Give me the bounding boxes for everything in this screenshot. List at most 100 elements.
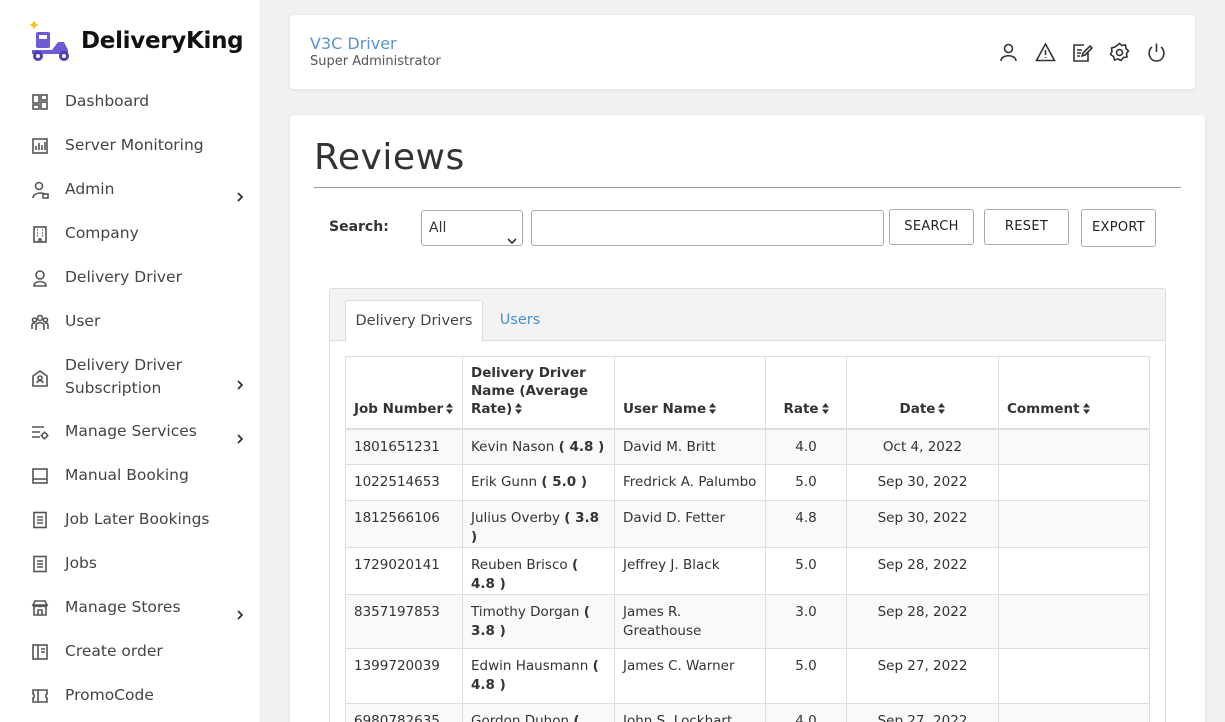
sidebar-item-label: Server Monitoring <box>65 136 204 154</box>
cell-user-name: David M. Britt <box>614 428 766 465</box>
edit-icon[interactable] <box>1072 42 1094 63</box>
cell-date: Oct 4, 2022 <box>846 428 999 465</box>
tab-delivery-drivers[interactable]: Delivery Drivers <box>345 300 483 342</box>
table-row: 1399720039 Edwin Hausmann ( 4.8 ) James … <box>345 648 1150 704</box>
reset-button[interactable]: RESET <box>984 209 1069 245</box>
cell-date: Sep 27, 2022 <box>846 703 999 722</box>
chevron-right-icon <box>236 429 244 444</box>
table-header-row: Job Number Delivery Driver Name (Average R… <box>345 356 1150 430</box>
sort-icon <box>821 401 829 414</box>
cell-user-name: David D. Fetter <box>614 500 766 548</box>
header-title[interactable]: V3C Driver <box>310 34 397 53</box>
tab-users[interactable]: Users <box>490 300 550 342</box>
promo-icon <box>31 687 49 705</box>
sidebar-item-label: User <box>65 312 101 330</box>
sidebar-item-label: Dashboard <box>65 92 150 110</box>
brand-name: DeliveryKing <box>81 28 244 54</box>
booking-icon <box>31 467 49 485</box>
column-rate[interactable]: Rate <box>765 356 847 430</box>
cell-date: Sep 30, 2022 <box>846 464 999 501</box>
list-icon <box>31 555 49 573</box>
sidebar-item-manage-stores[interactable]: Manage Stores <box>0 596 261 620</box>
sort-icon <box>515 401 523 414</box>
cell-driver: Kevin Nason ( 4.8 ) <box>462 428 615 465</box>
sidebar-item-label: Create order <box>65 642 163 660</box>
users-icon <box>31 313 49 331</box>
cell-comment <box>998 703 1150 722</box>
sidebar-item-promocode[interactable]: PromoCode <box>0 684 261 708</box>
sort-icon <box>446 401 454 414</box>
cell-comment <box>998 500 1150 548</box>
cell-rate: 5.0 <box>765 464 847 501</box>
sidebar-item-job-later-bookings[interactable]: Job Later Bookings <box>0 508 261 532</box>
search-label: Search: <box>329 219 389 235</box>
cell-date: Sep 28, 2022 <box>846 594 999 649</box>
cell-user-name: Jeffrey J. Black <box>614 547 766 595</box>
cell-job-number: 8357197853 <box>345 594 463 649</box>
column-job-number[interactable]: Job Number <box>345 356 463 430</box>
cell-comment <box>998 547 1150 595</box>
cell-date: Sep 27, 2022 <box>846 648 999 704</box>
logo-icon <box>30 21 69 61</box>
table-row: 6980782635 Gordon Duhon ( 4.9) John S. L… <box>345 703 1150 722</box>
column-date[interactable]: Date <box>846 356 999 430</box>
alert-icon[interactable] <box>1035 42 1056 63</box>
column-user-name[interactable]: User Name <box>614 356 766 430</box>
sidebar-item-label: Delivery Driver <box>65 268 182 286</box>
cell-comment <box>998 648 1150 704</box>
search-filter-select[interactable]: All <box>421 210 523 246</box>
list-icon <box>31 511 49 529</box>
sidebar-item-create-order[interactable]: Create order <box>0 640 261 664</box>
sidebar-item-user[interactable]: User <box>0 310 261 334</box>
chevron-down-icon <box>507 224 517 245</box>
cell-rate: 4.0 <box>765 703 847 722</box>
tab-bar: Delivery Drivers Users <box>330 289 1165 342</box>
sidebar-item-label: Manage Services <box>65 422 197 440</box>
sidebar: DeliveryKing Dashboard Server Monitoring… <box>0 0 261 722</box>
column-driver-name[interactable]: Delivery Driver Name (Average Rate) <box>462 356 615 430</box>
sidebar-item-dashboard[interactable]: Dashboard <box>0 90 261 114</box>
cell-user-name: John S. Lockhart <box>614 703 766 722</box>
cell-job-number: 6980782635 <box>345 703 463 722</box>
sidebar-item-jobs[interactable]: Jobs <box>0 552 261 576</box>
cell-rate: 4.8 <box>765 500 847 548</box>
reviews-panel: Delivery Drivers Users Job Number Delive… <box>329 288 1166 722</box>
cell-user-name: Fredrick A. Palumbo <box>614 464 766 501</box>
search-filter-value: All <box>429 220 447 236</box>
chart-icon <box>31 137 49 155</box>
table-row: 8357197853 Timothy Dorgan ( 3.8 ) James … <box>345 594 1150 649</box>
sidebar-item-label: Admin <box>65 180 115 198</box>
sidebar-item-manual-booking[interactable]: Manual Booking <box>0 464 261 488</box>
cell-user-name: James C. Warner <box>614 648 766 704</box>
column-comment[interactable]: Comment <box>998 356 1150 430</box>
sidebar-item-admin[interactable]: Admin <box>0 178 261 202</box>
cell-user-name: James R. Greathouse <box>614 594 766 649</box>
table-row: 1812566106 Julius Overby ( 3.8 ) David D… <box>345 500 1150 548</box>
sidebar-item-server-monitoring[interactable]: Server Monitoring <box>0 134 261 158</box>
brand[interactable]: DeliveryKing <box>28 20 244 62</box>
sidebar-item-delivery-driver-subscription[interactable]: Delivery Driver Subscription <box>0 354 261 402</box>
cell-rate: 5.0 <box>765 547 847 595</box>
sidebar-item-delivery-driver[interactable]: Delivery Driver <box>0 266 261 290</box>
cell-comment <box>998 428 1150 465</box>
cell-job-number: 1801651231 <box>345 428 463 465</box>
reviews-card: Reviews Search: All SEARCH RESET EXPORT … <box>290 115 1205 722</box>
sidebar-item-manage-services[interactable]: Manage Services <box>0 420 261 444</box>
cell-driver: Edwin Hausmann ( 4.8 ) <box>462 648 615 704</box>
search-input[interactable] <box>531 210 884 246</box>
sidebar-item-company[interactable]: Company <box>0 222 261 246</box>
cell-rate: 3.0 <box>765 594 847 649</box>
cell-job-number: 1729020141 <box>345 547 463 595</box>
chevron-right-icon <box>236 605 244 620</box>
profile-icon[interactable] <box>998 42 1019 63</box>
sidebar-item-label-line1: Delivery Driver <box>65 356 182 374</box>
title-divider <box>314 187 1181 188</box>
settings-icon[interactable] <box>1109 42 1130 63</box>
subscription-icon <box>31 369 49 387</box>
power-icon[interactable] <box>1146 42 1167 63</box>
export-button[interactable]: EXPORT <box>1081 209 1156 247</box>
page-title: Reviews <box>314 137 465 178</box>
search-button[interactable]: SEARCH <box>889 209 974 245</box>
cell-driver: Julius Overby ( 3.8 ) <box>462 500 615 548</box>
cell-date: Sep 28, 2022 <box>846 547 999 595</box>
